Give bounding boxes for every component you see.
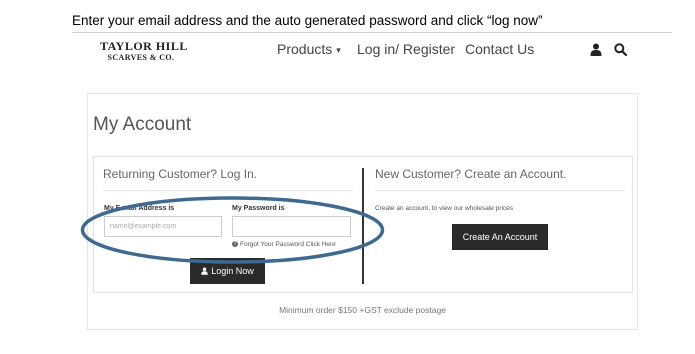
new-customer-heading: New Customer? Create an Account. <box>375 167 567 181</box>
new-customer-heading-rule <box>375 190 625 191</box>
question-icon: ? <box>232 241 238 248</box>
email-label: My E-mail Address is <box>104 205 175 212</box>
nav-contact-us[interactable]: Contact Us <box>465 41 534 57</box>
returning-customer-heading: Returning Customer? Log In. <box>103 167 258 181</box>
create-account-description: Create an account, to view our wholesale… <box>375 205 514 212</box>
returning-heading-rule <box>103 190 353 191</box>
user-icon <box>201 267 208 275</box>
nav-products[interactable]: Products ▾ <box>277 41 341 57</box>
column-divider <box>362 168 364 284</box>
create-account-button[interactable]: Create An Account <box>452 224 548 250</box>
minimum-order-note: Minimum order $150 +GST exclude postage <box>279 305 446 315</box>
password-field[interactable] <box>232 216 351 237</box>
login-button-label: Login Now <box>211 266 254 276</box>
page-title: My Account <box>93 114 192 135</box>
forgot-password-text: Forgot Your Password <box>240 241 304 248</box>
logo-brand-name[interactable]: TAYLOR HILL <box>100 39 187 54</box>
instruction-text: Enter your email address and the auto ge… <box>72 13 543 28</box>
login-button[interactable]: Login Now <box>190 258 265 284</box>
user-icon[interactable] <box>590 43 602 56</box>
logo-tagline[interactable]: SCARVES & CO. <box>100 53 182 62</box>
nav-login-register[interactable]: Log in/ Register <box>357 41 455 57</box>
password-label: My Password is <box>232 205 285 212</box>
nav-products-label: Products <box>277 41 333 57</box>
search-icon[interactable] <box>614 43 628 57</box>
forgot-password: ? Forgot Your Password Click Here <box>232 241 336 248</box>
chevron-down-icon: ▾ <box>336 44 341 55</box>
top-divider <box>72 32 672 33</box>
email-field[interactable] <box>104 216 222 237</box>
forgot-password-link[interactable]: Click Here <box>306 241 336 248</box>
